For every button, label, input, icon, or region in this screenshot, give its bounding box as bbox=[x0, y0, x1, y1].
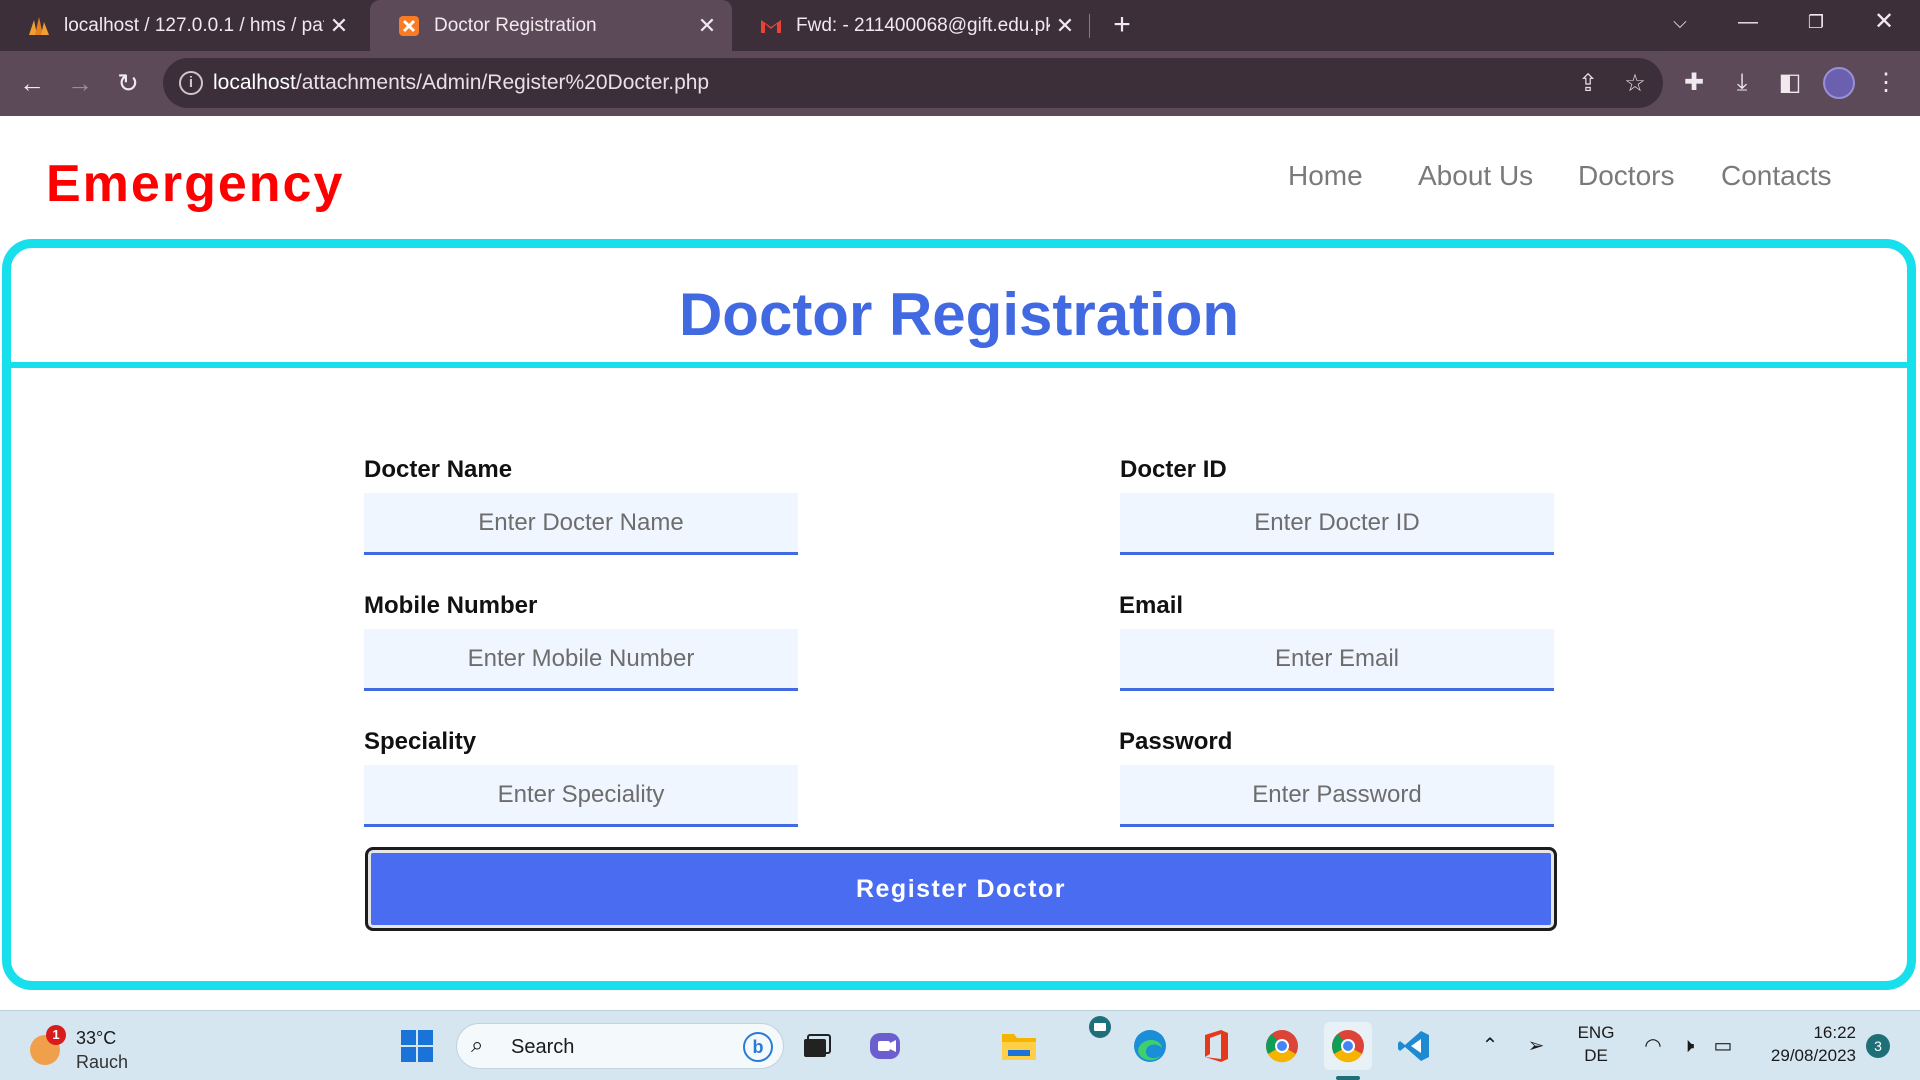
tab-title: localhost / 127.0.0.1 / hms / patie bbox=[64, 14, 324, 36]
close-tab-icon[interactable]: ✕ bbox=[1050, 13, 1080, 39]
email-label: Email bbox=[1119, 592, 1184, 619]
location-icon[interactable]: ➢ bbox=[1523, 1033, 1549, 1059]
close-tab-icon[interactable]: ✕ bbox=[692, 13, 722, 39]
bookmark-star-icon[interactable]: ☆ bbox=[1619, 68, 1651, 100]
site-logo[interactable]: Emergency bbox=[46, 154, 344, 214]
xampp-icon bbox=[398, 15, 420, 37]
weather-condition: Rauch bbox=[76, 1052, 129, 1072]
page-title: Doctor Registration bbox=[678, 281, 1240, 348]
language-indicator[interactable]: ENG bbox=[1574, 1023, 1618, 1043]
edge-browser-icon[interactable] bbox=[1126, 1022, 1174, 1070]
nav-contacts[interactable]: Contacts bbox=[1721, 160, 1832, 192]
extensions-puzzle-icon[interactable]: ✚ bbox=[1672, 61, 1716, 105]
side-panel-icon[interactable]: ◧ bbox=[1768, 61, 1812, 105]
download-icon[interactable]: ⤓ bbox=[1720, 61, 1764, 105]
docter-id-input[interactable] bbox=[1120, 493, 1554, 555]
close-tab-icon[interactable]: ✕ bbox=[324, 13, 354, 39]
windows-start-icon[interactable] bbox=[393, 1022, 441, 1070]
tab-phpmyadmin[interactable]: localhost / 127.0.0.1 / hms / patie ✕ bbox=[0, 0, 364, 51]
browser-toolbar: ← → ↻ i localhost/attachments/Admin/Regi… bbox=[0, 51, 1920, 116]
docter-id-label: Docter ID bbox=[1120, 456, 1227, 483]
tab-title: Doctor Registration bbox=[434, 14, 597, 36]
nav-doctors[interactable]: Doctors bbox=[1578, 160, 1674, 192]
chrome-active-indicator bbox=[1336, 1076, 1360, 1080]
register-doctor-button[interactable]: Register Doctor bbox=[365, 847, 1557, 931]
address-bar[interactable]: i localhost/attachments/Admin/Register%2… bbox=[163, 58, 1663, 108]
web-page: Emergency Home About Us Doctors Contacts… bbox=[0, 116, 1920, 1010]
phpmyadmin-icon bbox=[28, 15, 50, 37]
mobile-number-label: Mobile Number bbox=[364, 592, 538, 619]
search-label: Search bbox=[511, 1036, 575, 1058]
gmail-icon bbox=[760, 15, 782, 37]
show-hidden-icons-chevron-icon[interactable]: ⌃ bbox=[1477, 1033, 1503, 1059]
weather-temperature: 33°C bbox=[76, 1028, 117, 1048]
tab-title: Fwd: - 211400068@gift.edu.pk - bbox=[796, 14, 1050, 36]
title-divider bbox=[11, 362, 1907, 368]
battery-icon[interactable]: ▭ bbox=[1710, 1033, 1736, 1059]
outlook-notification-icon[interactable] bbox=[1074, 1012, 1126, 1042]
email-input[interactable] bbox=[1120, 629, 1554, 691]
menu-kebab-icon[interactable]: ⋮ bbox=[1864, 61, 1908, 105]
forward-button[interactable]: → bbox=[58, 61, 102, 105]
back-button[interactable]: ← bbox=[10, 61, 54, 105]
weather-widget[interactable]: 1 33°C Rauch bbox=[26, 1019, 176, 1073]
minimize-button[interactable]: — bbox=[1720, 0, 1776, 44]
chrome-profile-icon[interactable] bbox=[1258, 1022, 1306, 1070]
speciality-input[interactable] bbox=[364, 765, 798, 827]
tab-gmail[interactable]: Fwd: - 211400068@gift.edu.pk - ✕ bbox=[732, 0, 1090, 51]
password-input[interactable] bbox=[1120, 765, 1554, 827]
file-explorer-icon[interactable] bbox=[995, 1022, 1043, 1070]
vscode-icon[interactable] bbox=[1390, 1022, 1438, 1070]
nav-about-us[interactable]: About Us bbox=[1418, 160, 1533, 192]
reload-button[interactable]: ↻ bbox=[106, 61, 150, 105]
registration-card: Doctor Registration Docter Name Docter I… bbox=[2, 239, 1916, 990]
bing-icon[interactable]: b bbox=[743, 1032, 773, 1062]
taskbar-search[interactable]: ⌕ Search b bbox=[456, 1023, 784, 1069]
restore-button[interactable]: ❐ bbox=[1788, 0, 1844, 44]
close-window-button[interactable]: ✕ bbox=[1856, 0, 1912, 44]
tab-separator bbox=[1089, 14, 1090, 38]
wifi-icon[interactable]: ◠ bbox=[1640, 1033, 1666, 1059]
profile-avatar[interactable] bbox=[1823, 67, 1855, 99]
speaker-muted-icon[interactable]: 🕨 bbox=[1675, 1033, 1701, 1059]
clock-time[interactable]: 16:22 bbox=[1752, 1023, 1856, 1043]
docter-name-input[interactable] bbox=[364, 493, 798, 555]
share-icon[interactable]: ⇪ bbox=[1572, 68, 1604, 100]
clock-date[interactable]: 29/08/2023 bbox=[1752, 1046, 1856, 1066]
notification-count-badge[interactable]: 3 bbox=[1866, 1034, 1890, 1058]
docter-name-label: Docter Name bbox=[364, 456, 513, 483]
chrome-icon[interactable] bbox=[1324, 1022, 1372, 1070]
browser-tab-bar: localhost / 127.0.0.1 / hms / patie ✕ Do… bbox=[0, 0, 1920, 51]
teams-chat-icon[interactable] bbox=[862, 1022, 910, 1070]
mobile-number-input[interactable] bbox=[364, 629, 798, 691]
password-label: Password bbox=[1119, 728, 1233, 755]
office-icon[interactable] bbox=[1192, 1022, 1240, 1070]
nav-home[interactable]: Home bbox=[1288, 160, 1363, 192]
tab-doctor-registration[interactable]: Doctor Registration ✕ bbox=[370, 0, 732, 51]
new-tab-button[interactable]: + bbox=[1105, 8, 1139, 42]
tab-search-icon[interactable]: ⌵ bbox=[1652, 0, 1708, 44]
weather-badge: 1 bbox=[46, 1025, 66, 1045]
windows-taskbar: 1 33°C Rauch ⌕ Search b ⌃ ➢ ENG DE ◠ 🕨 ▭… bbox=[0, 1010, 1920, 1080]
site-info-icon[interactable]: i bbox=[179, 71, 203, 95]
search-icon: ⌕ bbox=[471, 1032, 484, 1057]
keyboard-layout[interactable]: DE bbox=[1574, 1046, 1618, 1066]
url-text[interactable]: localhost/attachments/Admin/Register%20D… bbox=[213, 71, 709, 95]
speciality-label: Speciality bbox=[364, 728, 477, 755]
task-view-icon[interactable] bbox=[793, 1022, 841, 1070]
